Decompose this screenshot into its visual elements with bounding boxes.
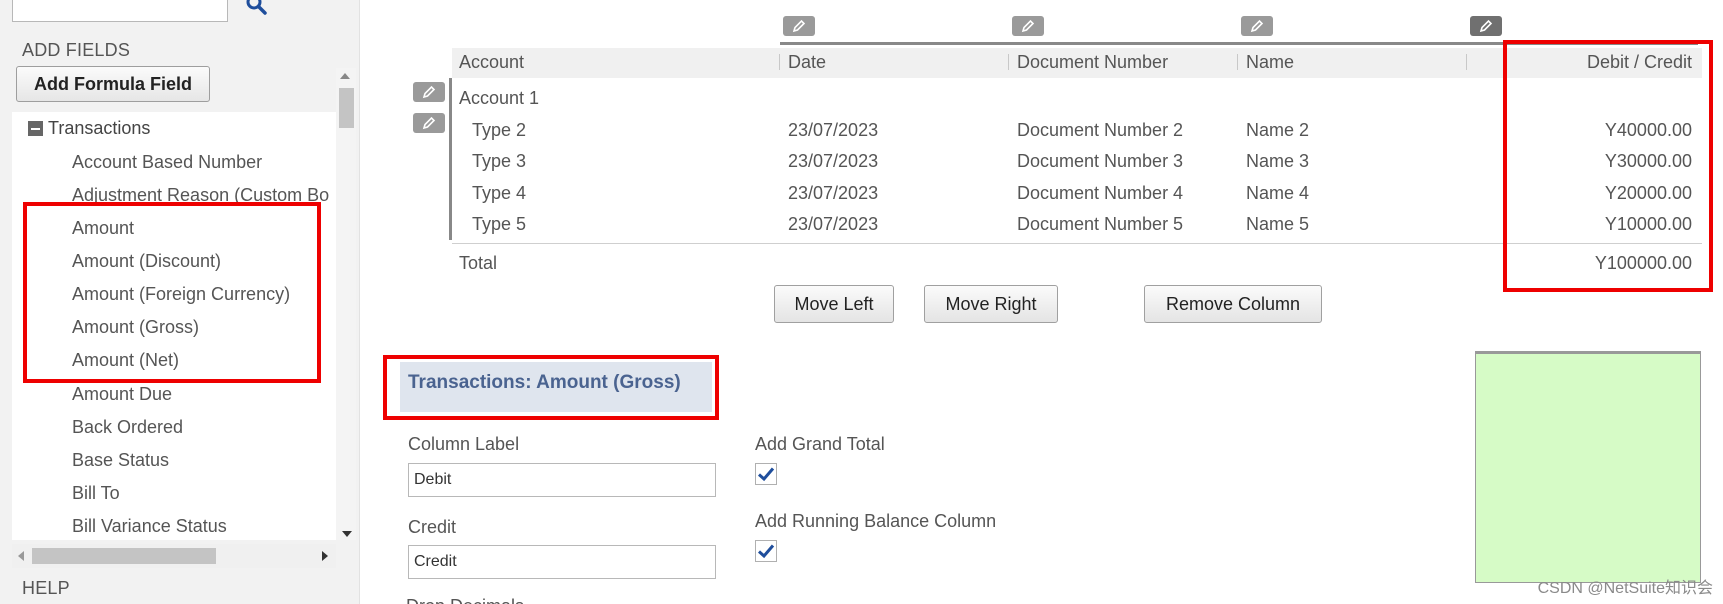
column-header-document-number[interactable]: Document Number xyxy=(1017,52,1168,73)
add-fields-heading: ADD FIELDS xyxy=(22,40,131,60)
column-header-name[interactable]: Name xyxy=(1246,52,1294,73)
field-item[interactable]: Adjustment Reason (Custom Bo xyxy=(72,185,334,203)
pencil-icon xyxy=(422,85,436,99)
edit-column-name-button[interactable] xyxy=(1241,16,1273,36)
edit-column-document-number-button[interactable] xyxy=(1012,16,1044,36)
credit-input[interactable]: Credit xyxy=(408,545,716,579)
highlight-debit-credit-column xyxy=(1503,40,1713,292)
column-separator xyxy=(1237,54,1238,70)
column-header-date[interactable]: Date xyxy=(788,52,826,73)
field-item[interactable]: Account Based Number xyxy=(72,152,262,173)
column-separator xyxy=(1008,54,1009,70)
search-icon[interactable] xyxy=(244,0,270,18)
minus-icon[interactable] xyxy=(28,121,43,136)
table-cell-date: 23/07/2023 xyxy=(788,120,879,140)
column-header-account[interactable]: Account xyxy=(459,52,524,73)
pencil-icon xyxy=(792,19,806,33)
pencil-icon xyxy=(422,116,436,130)
edit-column-date-button[interactable] xyxy=(783,16,815,36)
tree-group-label: Transactions xyxy=(48,118,151,138)
table-cell-name: Name 3 xyxy=(1246,151,1310,171)
table-cell-document: Document Number 5 xyxy=(1017,214,1184,234)
field-item[interactable]: Bill Variance Status xyxy=(72,516,227,537)
total-label: Total xyxy=(459,253,498,273)
table-cell-name: Name 2 xyxy=(1246,120,1310,140)
column-separator xyxy=(779,54,780,70)
add-grand-total-checkbox[interactable] xyxy=(755,463,777,485)
grid-row-group-line xyxy=(449,78,452,240)
column-label-caption: Column Label xyxy=(408,434,520,454)
help-heading: HELP xyxy=(22,578,70,598)
edit-column-debit-credit-button[interactable] xyxy=(1470,16,1502,36)
table-cell-document: Document Number 3 xyxy=(1017,151,1184,171)
vertical-scrollbar[interactable] xyxy=(336,68,356,540)
credit-caption: Credit xyxy=(408,517,457,537)
table-cell-type: Type 2 xyxy=(472,120,527,140)
column-label-input[interactable]: Debit xyxy=(408,463,716,497)
move-right-button[interactable]: Move Right xyxy=(924,285,1058,323)
scroll-up-arrow-icon[interactable] xyxy=(340,73,350,79)
scroll-right-arrow-icon[interactable] xyxy=(322,551,328,561)
remove-column-button[interactable]: Remove Column xyxy=(1144,285,1322,323)
highlight-properties-title xyxy=(383,355,719,420)
color-preview-swatch xyxy=(1475,351,1701,583)
add-running-balance-label: Add Running Balance Column xyxy=(755,511,997,531)
table-cell-type: Type 4 xyxy=(472,183,527,203)
move-left-button[interactable]: Move Left xyxy=(774,285,894,323)
add-grand-total-label: Add Grand Total xyxy=(755,434,885,454)
watermark: CSDN @NetSuite知识会 xyxy=(1537,580,1713,597)
highlight-amount-fields xyxy=(23,202,321,383)
column-separator xyxy=(1466,54,1467,70)
pencil-icon xyxy=(1479,19,1493,33)
vertical-scroll-thumb[interactable] xyxy=(339,88,354,128)
table-cell-date: 23/07/2023 xyxy=(788,214,879,234)
table-cell-name: Name 4 xyxy=(1246,183,1310,203)
scroll-down-arrow-icon[interactable] xyxy=(342,531,352,537)
table-cell-date: 23/07/2023 xyxy=(788,151,879,171)
edit-row-button[interactable] xyxy=(413,113,445,133)
table-cell-type: Type 5 xyxy=(472,214,527,234)
scroll-left-arrow-icon[interactable] xyxy=(18,551,24,561)
field-item[interactable]: Base Status xyxy=(72,450,169,471)
table-cell-document: Document Number 4 xyxy=(1017,183,1184,203)
account-row-label: Account 1 xyxy=(459,88,540,108)
horizontal-scroll-thumb[interactable] xyxy=(32,548,216,564)
checkmark-icon xyxy=(757,467,775,482)
table-cell-date: 23/07/2023 xyxy=(788,183,879,203)
drop-decimals-label: Drop Decimals xyxy=(406,596,524,604)
edit-row-button[interactable] xyxy=(413,82,445,102)
search-input[interactable] xyxy=(12,0,228,22)
field-item[interactable]: Amount Due xyxy=(72,384,172,405)
tree-group-transactions[interactable]: Transactions xyxy=(28,118,150,139)
pencil-icon xyxy=(1250,19,1264,33)
field-item[interactable]: Back Ordered xyxy=(72,417,183,438)
field-item[interactable]: Bill To xyxy=(72,483,120,504)
table-cell-name: Name 5 xyxy=(1246,214,1310,234)
add-running-balance-checkbox[interactable] xyxy=(755,540,777,562)
add-formula-field-button[interactable]: Add Formula Field xyxy=(16,66,210,102)
checkmark-icon xyxy=(757,544,775,559)
table-cell-document: Document Number 2 xyxy=(1017,120,1184,140)
pencil-icon xyxy=(1021,19,1035,33)
table-cell-type: Type 3 xyxy=(472,151,527,171)
